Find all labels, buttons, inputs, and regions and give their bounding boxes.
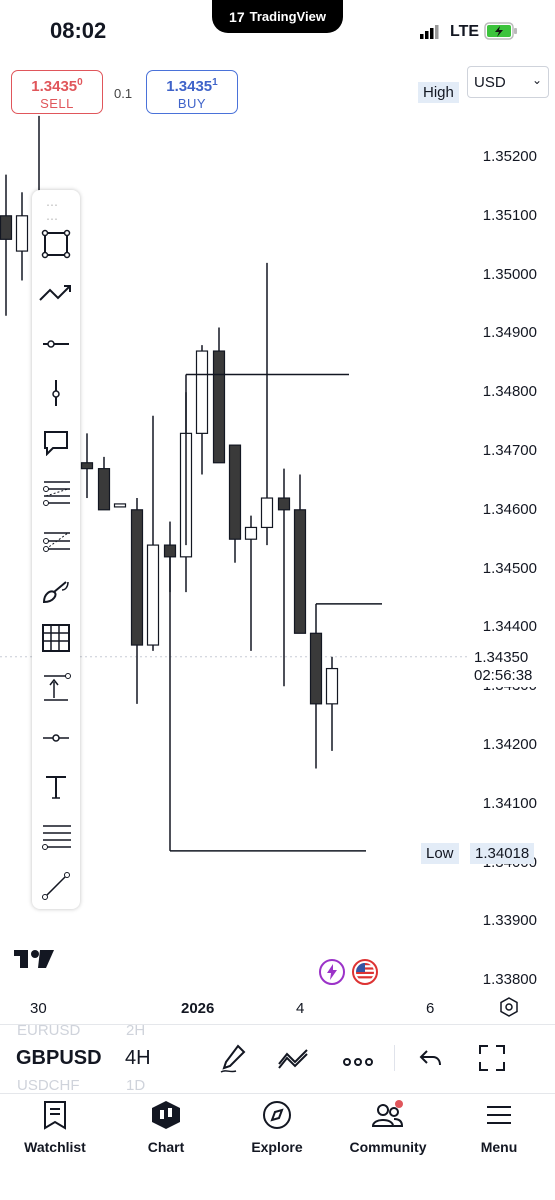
fib-retracement-tool-icon[interactable]	[36, 472, 76, 512]
current-price-label: 1.34350	[474, 649, 529, 666]
candle-body	[15, 215, 29, 252]
nav-label: Explore	[251, 1139, 303, 1155]
long-position-tool-icon[interactable]	[36, 668, 76, 708]
divider	[0, 1093, 555, 1094]
us-flag-icon[interactable]	[351, 958, 379, 991]
price-axis-label: 1.33800	[482, 971, 537, 989]
trend-line-tool-icon[interactable]	[36, 866, 76, 906]
candle-body	[260, 497, 274, 529]
candle-body	[244, 526, 258, 540]
next-interval[interactable]: 1D	[126, 1077, 145, 1094]
price-axis-label: 1.34100	[482, 794, 537, 812]
chart-icon	[111, 1100, 221, 1135]
multiple-lines-tool-icon[interactable]	[36, 816, 76, 856]
nav-chart[interactable]: Chart	[111, 1100, 221, 1155]
candle-body	[146, 544, 160, 646]
compass-icon	[222, 1100, 332, 1135]
candle-body	[309, 632, 323, 705]
price-axis-label: 1.33900	[482, 912, 537, 930]
community-icon	[333, 1100, 443, 1135]
prev-interval[interactable]: 2H	[126, 1022, 145, 1039]
countdown-label: 02:56:38	[474, 667, 533, 684]
price-axis-label: 1.34400	[482, 618, 537, 636]
candle-body	[212, 350, 226, 464]
chart-settings-icon[interactable]	[498, 996, 520, 1023]
nav-label: Watchlist	[24, 1139, 86, 1155]
nav-watchlist[interactable]: Watchlist	[0, 1100, 110, 1155]
x-axis-label: 6	[426, 1000, 435, 1017]
interval-value[interactable]: 4H	[125, 1047, 151, 1070]
nav-community[interactable]: Community	[333, 1100, 443, 1155]
candle-body	[293, 509, 307, 634]
rectangle-tool-icon[interactable]	[36, 224, 76, 264]
tradingview-logo-icon	[14, 948, 56, 975]
drag-handle-icon[interactable]: ⋯ ⋯	[46, 198, 59, 226]
nav-label: Menu	[480, 1139, 518, 1155]
price-axis-label: 1.35200	[482, 148, 537, 165]
candle-body	[228, 444, 242, 540]
candle-body	[80, 462, 94, 470]
indicators-icon[interactable]	[277, 1046, 311, 1075]
undo-icon[interactable]	[418, 1047, 444, 1074]
price-axis-label: 1.34700	[482, 442, 537, 459]
more-icon[interactable]	[342, 1054, 374, 1072]
price-axis-label: 1.34500	[482, 559, 537, 577]
text-tool-icon[interactable]	[36, 767, 76, 807]
pen-icon[interactable]	[218, 1043, 248, 1080]
price-axis-label: 1.35100	[482, 206, 537, 224]
symbol-name[interactable]: GBPUSD	[16, 1047, 102, 1070]
menu-icon	[444, 1100, 554, 1135]
candle-body	[0, 215, 13, 240]
candle-body	[325, 667, 339, 705]
prev-symbol[interactable]: EURUSD	[17, 1022, 80, 1039]
nav-explore[interactable]: Explore	[222, 1100, 332, 1155]
ray-point-tool-icon[interactable]	[36, 718, 76, 758]
price-axis-label: 1.34200	[482, 736, 537, 753]
vertical-line-tool-icon[interactable]	[36, 373, 76, 413]
candle-body	[113, 503, 127, 508]
candle-body	[163, 544, 177, 558]
divider	[394, 1045, 395, 1071]
trend-path-tool-icon[interactable]	[36, 274, 76, 314]
fib-extension-tool-icon[interactable]	[36, 521, 76, 561]
candle-body	[97, 468, 111, 511]
candle-body	[277, 497, 291, 511]
next-symbol[interactable]: USDCHF	[17, 1077, 80, 1094]
drawing-toolbar: ⋯ ⋯	[32, 190, 80, 909]
price-axis-label: 1.34900	[482, 324, 537, 342]
price-axis-label: 1.35000	[482, 265, 537, 283]
horizontal-line-tool-icon[interactable]	[36, 324, 76, 364]
callout-tool-icon[interactable]	[36, 422, 76, 462]
price-axis-label: 1.34800	[482, 383, 537, 401]
x-axis-label: 2026	[181, 1000, 215, 1017]
price-axis-label: 1.34600	[482, 500, 537, 518]
low-price-label: 1.34018	[470, 843, 535, 864]
x-axis-label: 4	[296, 1000, 305, 1017]
grid-tool-icon[interactable]	[36, 618, 76, 658]
watchlist-icon	[0, 1100, 110, 1135]
fullscreen-icon[interactable]	[478, 1044, 506, 1077]
x-axis-label: 30	[30, 1000, 47, 1017]
candle-body	[195, 350, 209, 434]
nav-label: Community	[349, 1139, 427, 1155]
brush-tool-icon[interactable]	[36, 571, 76, 611]
divider	[0, 1024, 555, 1025]
nav-label: Chart	[147, 1139, 185, 1155]
low-label: Low	[421, 843, 459, 864]
nav-menu[interactable]: Menu	[444, 1100, 554, 1155]
lightning-icon[interactable]	[318, 958, 346, 991]
candle-body	[130, 509, 144, 646]
